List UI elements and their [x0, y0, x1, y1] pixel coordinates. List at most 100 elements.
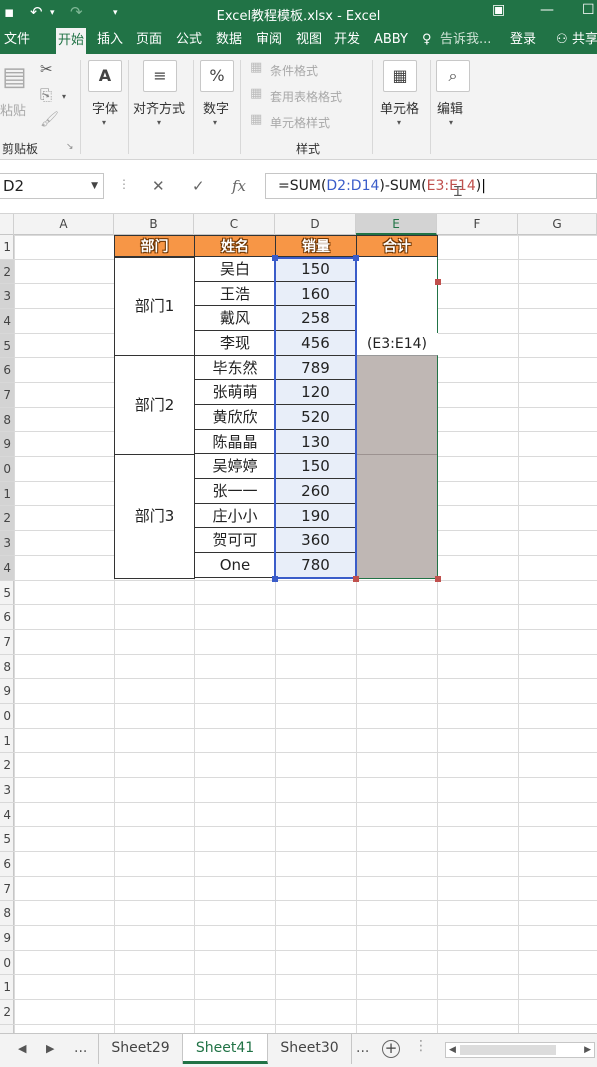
- font-icon[interactable]: A: [88, 60, 122, 92]
- row-header[interactable]: 9: [0, 926, 14, 951]
- editing-dropdown-icon[interactable]: ▾: [449, 118, 453, 127]
- percent-icon[interactable]: %: [200, 60, 234, 92]
- row-header[interactable]: 4: [0, 309, 14, 334]
- sales-cell[interactable]: 130: [275, 429, 357, 455]
- row-header[interactable]: 6: [0, 852, 14, 877]
- header-name[interactable]: 姓名: [194, 235, 276, 257]
- horizontal-scrollbar[interactable]: ◀ ▶: [445, 1042, 595, 1058]
- tab-abbyy[interactable]: ABBY: [374, 28, 408, 54]
- clipboard-launcher-icon[interactable]: ↘: [66, 142, 74, 152]
- cells-button[interactable]: 单元格: [380, 98, 419, 117]
- font-dropdown-icon[interactable]: ▾: [102, 118, 106, 127]
- ribbon-display-icon[interactable]: ▣: [492, 2, 505, 18]
- row-header[interactable]: 4: [0, 555, 14, 581]
- share-icon[interactable]: ⚇: [556, 28, 568, 54]
- total-selected-range[interactable]: [356, 355, 438, 579]
- more-sheets-right[interactable]: ...: [356, 1040, 369, 1056]
- row-header[interactable]: 4: [0, 803, 14, 828]
- sales-cell[interactable]: 160: [275, 281, 357, 307]
- name-cell[interactable]: 吴婷婷: [194, 454, 276, 480]
- row-header[interactable]: 1: [0, 975, 14, 1001]
- scroll-thumb[interactable]: [460, 1045, 556, 1055]
- row-header[interactable]: 0: [0, 457, 14, 482]
- format-as-table-button[interactable]: 套用表格格式: [270, 88, 342, 105]
- share-button[interactable]: 共享: [572, 28, 597, 54]
- search-icon[interactable]: ⌕: [436, 60, 470, 92]
- copy-icon[interactable]: ⎘: [40, 86, 52, 104]
- formula-input[interactable]: =SUM(D2:D14)-SUM(E3:E14)|: [265, 173, 597, 199]
- name-cell[interactable]: 戴风: [194, 306, 276, 332]
- sales-cell[interactable]: 260: [275, 479, 357, 504]
- department-cell[interactable]: 部门1: [114, 257, 195, 356]
- maximize-icon[interactable]: ☐: [582, 2, 595, 18]
- row-header[interactable]: 5: [0, 333, 14, 359]
- sales-cell[interactable]: 258: [275, 306, 357, 332]
- paste-button[interactable]: 粘贴: [0, 100, 26, 119]
- row-header[interactable]: 3: [0, 284, 14, 310]
- scroll-left-icon[interactable]: ◀: [449, 1043, 456, 1057]
- department-cell[interactable]: 部门3: [114, 454, 195, 579]
- column-header-a[interactable]: A: [14, 214, 114, 235]
- range-handle[interactable]: [272, 576, 278, 582]
- name-box-dropdown-icon[interactable]: ▼: [91, 174, 98, 198]
- sales-cell[interactable]: 780: [275, 553, 357, 578]
- row-header[interactable]: 1: [0, 481, 14, 507]
- cell-style-icon[interactable]: ▦: [250, 112, 262, 127]
- alignment-button[interactable]: 对齐方式: [133, 98, 185, 117]
- sales-cell[interactable]: 789: [275, 355, 357, 381]
- row-header[interactable]: 8: [0, 655, 14, 680]
- editing-button[interactable]: 编辑: [437, 98, 463, 117]
- name-cell[interactable]: 庄小小: [194, 503, 276, 529]
- name-cell[interactable]: 张萌萌: [194, 380, 276, 406]
- name-cell[interactable]: 贺可可: [194, 528, 276, 554]
- alignment-dropdown-icon[interactable]: ▾: [157, 118, 161, 127]
- row-header[interactable]: 2: [0, 506, 14, 532]
- tab-formulas[interactable]: 公式: [176, 28, 202, 54]
- row-header[interactable]: 5: [0, 581, 14, 606]
- cells-dropdown-icon[interactable]: ▾: [397, 118, 401, 127]
- add-sheet-button[interactable]: +: [382, 1040, 400, 1058]
- row-header[interactable]: 5: [0, 827, 14, 852]
- row-header[interactable]: 6: [0, 605, 14, 630]
- tab-file[interactable]: 文件: [4, 28, 30, 54]
- row-header[interactable]: 2: [0, 259, 14, 285]
- format-painter-icon[interactable]: 🖌: [40, 110, 59, 128]
- row-header[interactable]: 3: [0, 531, 14, 556]
- minimize-icon[interactable]: —: [540, 2, 554, 18]
- tab-view[interactable]: 视图: [296, 28, 322, 54]
- row-header[interactable]: 1: [0, 235, 14, 260]
- align-icon[interactable]: ≡: [143, 60, 177, 92]
- header-department[interactable]: 部门: [114, 235, 195, 257]
- login-link[interactable]: 登录: [510, 28, 536, 54]
- name-box[interactable]: D2 ▼: [0, 173, 104, 199]
- row-header[interactable]: 7: [0, 383, 14, 408]
- sales-cell[interactable]: 360: [275, 528, 357, 554]
- row-header[interactable]: 8: [0, 901, 14, 927]
- tell-me-search[interactable]: 告诉我...: [440, 28, 491, 54]
- header-total[interactable]: 合计: [356, 235, 438, 257]
- name-cell[interactable]: 陈晶晶: [194, 429, 276, 455]
- sales-cell[interactable]: 150: [275, 454, 357, 480]
- next-sheet-icon[interactable]: ▶: [46, 1042, 54, 1055]
- scroll-right-icon[interactable]: ▶: [584, 1043, 591, 1057]
- sales-cell[interactable]: 190: [275, 503, 357, 529]
- sales-cell[interactable]: 150: [275, 257, 357, 282]
- column-header-g[interactable]: G: [518, 214, 597, 235]
- range-handle[interactable]: [435, 576, 441, 582]
- cells-icon[interactable]: ▦: [383, 60, 417, 92]
- tab-splitter-icon[interactable]: ⋮: [414, 1038, 428, 1054]
- row-header[interactable]: 2: [0, 753, 14, 778]
- name-cell[interactable]: 毕东然: [194, 355, 276, 381]
- row-header[interactable]: 2: [0, 1000, 14, 1025]
- worksheet-grid[interactable]: 部门 姓名 销量 合计 部门1 部门2 部门3 吴白 150 王浩 160 戴风 258 李…: [14, 235, 597, 1033]
- tab-insert[interactable]: 插入: [97, 28, 123, 54]
- name-cell[interactable]: One: [194, 553, 276, 578]
- name-cell[interactable]: 王浩: [194, 281, 276, 307]
- tab-page-layout[interactable]: 页面: [136, 28, 162, 54]
- tab-home[interactable]: 开始: [56, 28, 87, 54]
- name-cell[interactable]: 张一一: [194, 479, 276, 504]
- range-handle[interactable]: [353, 255, 359, 261]
- conditional-format-icon[interactable]: ▦: [250, 60, 262, 75]
- sales-cell[interactable]: 456: [275, 331, 357, 356]
- row-header[interactable]: 8: [0, 407, 14, 433]
